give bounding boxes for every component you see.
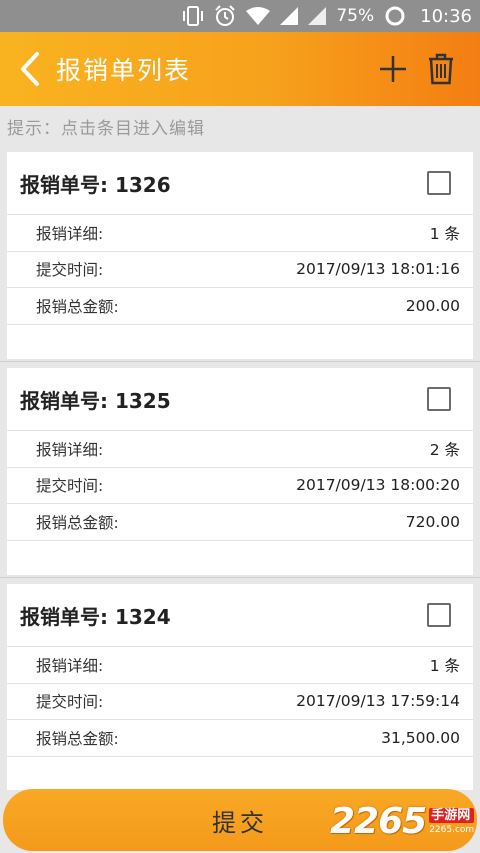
amount-row: 报销总金额: 720.00: [7, 504, 473, 541]
watermark-number: 2265: [330, 800, 427, 842]
row-label: 报销总金额:: [36, 513, 119, 532]
divider: [0, 577, 480, 578]
alarm-icon: [214, 5, 236, 27]
page-title: 报销单列表: [56, 56, 192, 85]
reimbursement-list: 报销单号: 1326 报销详细: 1 条 提交时间: 2017/09/13 18:0…: [0, 146, 480, 790]
time-row: 提交时间: 2017/09/13 17:59:14: [7, 684, 473, 720]
hint-text: 提示：点击条目进入编辑: [7, 118, 205, 139]
card-title: 报销单号: 1325: [20, 388, 171, 413]
signal-icon: [308, 7, 327, 25]
row-label: 提交时间:: [36, 261, 104, 280]
row-value: 2017/09/13 17:59:14: [296, 692, 460, 711]
back-button[interactable]: [6, 32, 54, 106]
row-value: 1 条: [429, 224, 460, 243]
select-checkbox[interactable]: [427, 171, 451, 195]
row-value: 200.00: [405, 296, 460, 315]
row-value: 2 条: [429, 440, 460, 459]
detail-row: 报销详细: 2 条: [7, 431, 473, 468]
card-header: 报销单号: 1325: [7, 368, 473, 431]
row-label: 报销总金额:: [36, 729, 119, 748]
amount-row: 报销总金额: 200.00: [7, 288, 473, 325]
battery-icon: [384, 5, 406, 27]
detail-row: 报销详细: 1 条: [7, 215, 473, 252]
card-title: 报销单号: 1324: [20, 604, 171, 629]
row-label: 报销详细:: [36, 440, 104, 459]
submit-label: 提交: [212, 808, 268, 837]
row-value: 1 条: [429, 656, 460, 675]
amount-row: 报销总金额: 31,500.00: [7, 720, 473, 757]
select-checkbox[interactable]: [427, 603, 451, 627]
app-bar: 报销单列表: [0, 32, 480, 106]
clock: 10:36: [420, 5, 472, 27]
status-bar: 75% 10:36: [0, 0, 480, 32]
card-header: 报销单号: 1326: [7, 152, 473, 215]
watermark-cn: 手游网: [429, 807, 475, 823]
select-checkbox[interactable]: [427, 387, 451, 411]
watermark-url: 2265.com: [429, 824, 475, 835]
plus-icon: [380, 56, 406, 82]
add-button[interactable]: [370, 32, 416, 106]
signal-icon: [280, 7, 299, 25]
row-value: 2017/09/13 18:00:20: [296, 476, 460, 495]
row-label: 提交时间:: [36, 477, 104, 496]
chevron-left-icon: [21, 52, 39, 86]
reimbursement-card[interactable]: 报销单号: 1325 报销详细: 2 条 提交时间: 2017/09/13 18:0…: [7, 368, 473, 575]
reimbursement-card[interactable]: 报销单号: 1324 报销详细: 1 条 提交时间: 2017/09/13 17:5…: [7, 584, 473, 790]
vibrate-icon: [182, 6, 204, 26]
wifi-icon: [246, 7, 271, 25]
row-value: 720.00: [405, 512, 460, 531]
card-header: 报销单号: 1324: [7, 584, 473, 647]
delete-button[interactable]: [418, 32, 464, 106]
watermark-sub: 手游网 2265.com: [429, 807, 475, 835]
time-row: 提交时间: 2017/09/13 18:00:20: [7, 468, 473, 504]
row-label: 报销详细:: [36, 224, 104, 243]
row-label: 报销总金额:: [36, 297, 119, 316]
trash-icon: [429, 53, 453, 85]
reimbursement-card[interactable]: 报销单号: 1326 报销详细: 1 条 提交时间: 2017/09/13 18:0…: [7, 152, 473, 359]
divider: [0, 361, 480, 362]
watermark-logo: 2265 手游网 2265.com: [330, 798, 475, 844]
row-value: 31,500.00: [381, 728, 460, 747]
time-row: 提交时间: 2017/09/13 18:01:16: [7, 252, 473, 288]
row-label: 提交时间:: [36, 693, 104, 712]
card-title: 报销单号: 1326: [20, 172, 171, 197]
battery-percent: 75%: [336, 6, 375, 26]
row-label: 报销详细:: [36, 656, 104, 675]
detail-row: 报销详细: 1 条: [7, 647, 473, 684]
row-value: 2017/09/13 18:01:16: [296, 260, 460, 279]
